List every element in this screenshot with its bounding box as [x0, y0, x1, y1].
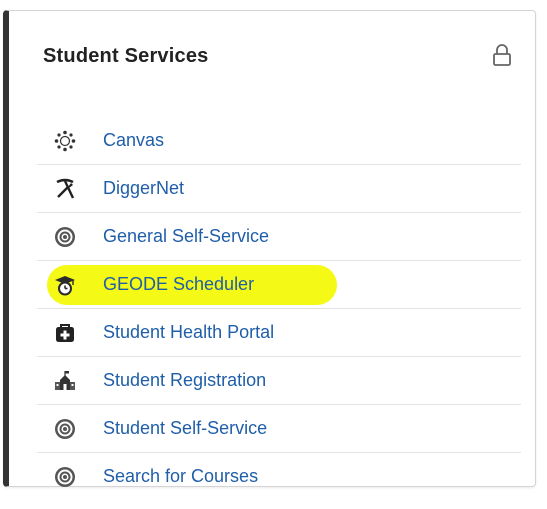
- list-item-label[interactable]: Student Self-Service: [103, 418, 267, 439]
- list-item-label[interactable]: GEODE Scheduler: [103, 274, 254, 295]
- list-item-label[interactable]: DiggerNet: [103, 178, 184, 199]
- canvas-icon: [53, 129, 77, 153]
- medical-bag-icon: [53, 321, 77, 345]
- list-item-student-health-portal[interactable]: Student Health Portal: [37, 309, 521, 357]
- target-icon: [53, 225, 77, 249]
- list-item-label[interactable]: Student Registration: [103, 370, 266, 391]
- lock-icon[interactable]: [491, 43, 513, 67]
- panel-title: Student Services: [43, 45, 209, 67]
- list-item-search-for-courses[interactable]: Search for Courses: [37, 453, 521, 500]
- list-item-geode-scheduler[interactable]: GEODE Scheduler: [37, 261, 521, 309]
- list-item-student-registration[interactable]: Student Registration: [37, 357, 521, 405]
- list-item-student-self-service[interactable]: Student Self-Service: [37, 405, 521, 453]
- services-list: Canvas DiggerNet General Self-Service GE…: [37, 117, 521, 500]
- list-item-label[interactable]: Student Health Portal: [103, 322, 274, 343]
- list-item-label[interactable]: Search for Courses: [103, 466, 258, 487]
- graduation-cap-clock-icon: [53, 273, 77, 297]
- list-item-general-self-service[interactable]: General Self-Service: [37, 213, 521, 261]
- list-item-diggernet[interactable]: DiggerNet: [37, 165, 521, 213]
- student-services-panel: Student Services Canvas DiggerNet Genera…: [3, 10, 536, 487]
- target-icon: [53, 417, 77, 441]
- school-building-icon: [53, 369, 77, 393]
- list-item-label[interactable]: Canvas: [103, 130, 164, 151]
- target-icon: [53, 465, 77, 489]
- list-item-canvas[interactable]: Canvas: [37, 117, 521, 165]
- list-item-label[interactable]: General Self-Service: [103, 226, 269, 247]
- pickaxe-shovel-icon: [53, 177, 77, 201]
